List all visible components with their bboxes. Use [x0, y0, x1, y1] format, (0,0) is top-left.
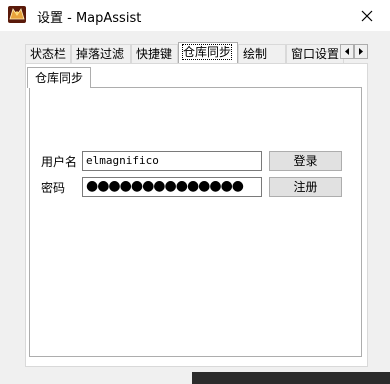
- tab-draw[interactable]: 绘制: [238, 44, 286, 63]
- tab-stash-sync[interactable]: 仓库同步: [178, 42, 238, 63]
- stash-sync-panel: [29, 87, 362, 357]
- username-input[interactable]: elmagnifico: [82, 151, 262, 171]
- password-label: 密码: [41, 181, 66, 195]
- app-icon: [8, 6, 26, 23]
- username-label: 用户名: [41, 155, 78, 169]
- tab-hotkeys[interactable]: 快捷键: [131, 44, 178, 63]
- close-icon: [361, 10, 373, 21]
- register-button[interactable]: 注册: [269, 177, 342, 197]
- tab-scroll-right-button[interactable]: [354, 44, 368, 59]
- title-bar: 设置 - MapAssist: [0, 0, 390, 31]
- tab-window-settings[interactable]: 窗口设置: [286, 44, 344, 63]
- tab-status-bar[interactable]: 状态栏: [25, 44, 71, 63]
- arrow-left-icon: [345, 48, 349, 55]
- arrow-right-icon: [359, 48, 363, 55]
- inner-tab-stash-sync[interactable]: 仓库同步: [27, 67, 92, 88]
- window-title: 设置 - MapAssist: [37, 11, 142, 26]
- login-button[interactable]: 登录: [269, 151, 342, 171]
- tab-drop-filter[interactable]: 掉落过滤: [71, 44, 131, 63]
- background-window-edge: [192, 372, 390, 384]
- password-input[interactable]: ●●●●●●●●●●●●●●: [82, 177, 262, 197]
- tab-scroll-left-button[interactable]: [340, 44, 354, 59]
- close-button[interactable]: [344, 0, 390, 31]
